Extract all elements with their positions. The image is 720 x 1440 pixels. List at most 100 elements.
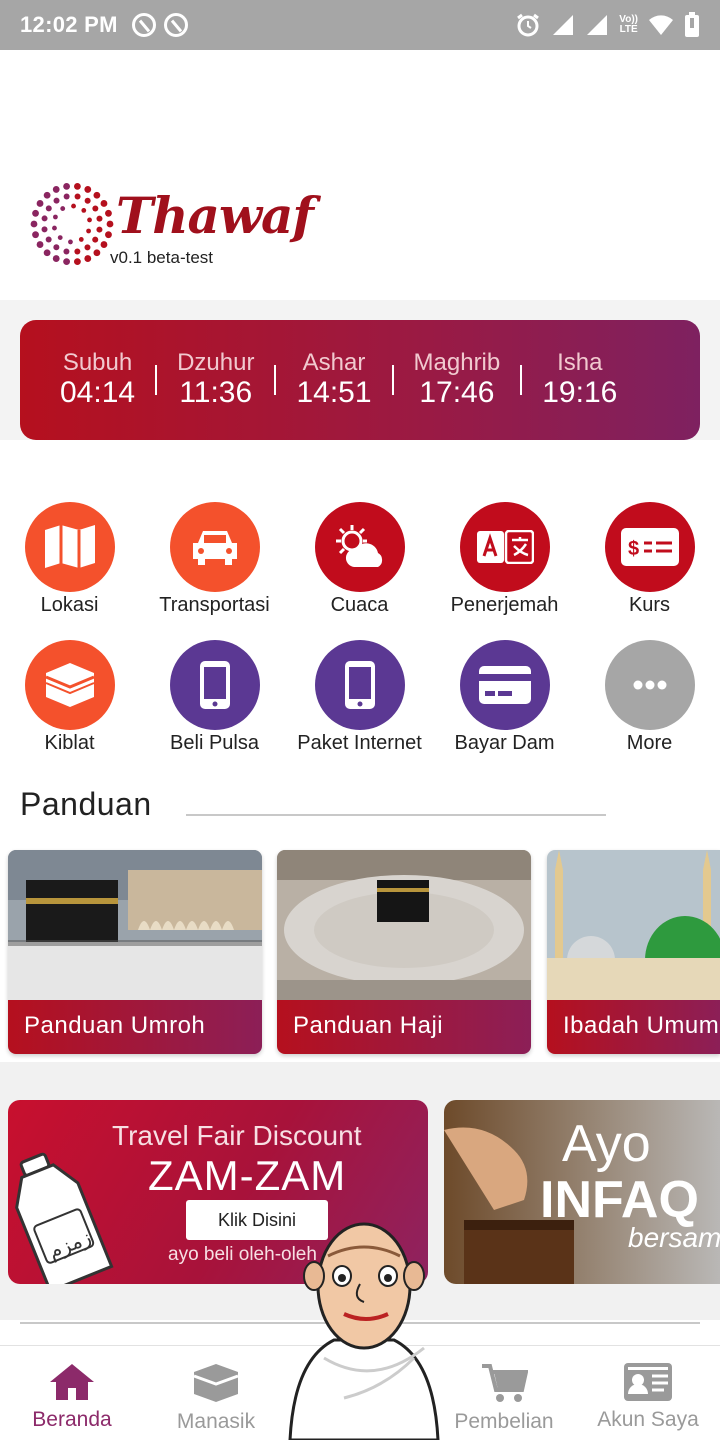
menu-label: Beli Pulsa	[170, 732, 259, 754]
wifi-icon	[649, 15, 673, 35]
app-version: v0.1 beta-test	[110, 248, 214, 267]
prayer-divider	[274, 365, 277, 395]
lte-label: LTE	[619, 24, 638, 35]
kaaba-photo	[8, 850, 262, 1000]
section-title-panduan: Panduan	[20, 786, 152, 822]
svg-text:$: $	[628, 538, 639, 560]
menu-penerjemah[interactable]: Penerjemah	[432, 502, 577, 617]
sync-status-icon	[163, 13, 188, 37]
nabawi-mosque-photo	[547, 850, 720, 1000]
home-icon	[50, 1364, 94, 1400]
section-divider	[186, 814, 606, 816]
card-icon	[459, 640, 550, 730]
menu-cuaca[interactable]: Cuaca	[287, 502, 432, 617]
prayer-name: Isha	[557, 349, 603, 376]
prayer-name: Maghrib	[413, 349, 501, 376]
status-bar: 12:02 PM Vo)) LTE	[0, 0, 720, 50]
nav-manasik[interactable]: Manasik	[144, 1346, 288, 1440]
menu-transportasi[interactable]: Transportasi	[142, 502, 287, 617]
menu-label: Bayar Dam	[454, 732, 555, 754]
guide-card-label: Panduan Umroh	[8, 1000, 262, 1054]
menu-beli-pulsa[interactable]: Beli Pulsa	[142, 640, 287, 755]
prayer-divider	[155, 365, 158, 395]
promo-card-infaq[interactable]: Ayo INFAQ bersama	[444, 1100, 720, 1284]
status-time: 12:02 PM	[20, 12, 118, 37]
phone-icon	[314, 640, 405, 730]
guide-card-umroh[interactable]: Panduan Umroh	[8, 850, 262, 1054]
nav-akun-saya[interactable]: Akun Saya	[576, 1346, 720, 1440]
menu-more[interactable]: More	[577, 640, 720, 755]
signal-icon	[553, 15, 574, 35]
guide-card-ibadah[interactable]: Ibadah Umum	[547, 850, 720, 1054]
prayer-maghrib: Maghrib 17:46	[414, 350, 501, 410]
alarm-icon	[517, 13, 540, 37]
menu-lokasi[interactable]: Lokasi	[0, 502, 142, 617]
prayer-times-card[interactable]: Subuh 04:14 Dzuhur 11:36 Ashar 14:51 Mag…	[20, 320, 700, 440]
logo-mark-icon	[30, 182, 114, 266]
prayer-time: 19:16	[542, 376, 618, 409]
prayer-dzuhur: Dzuhur 11:36	[177, 350, 254, 410]
promo-subtitle: bersama	[628, 1222, 720, 1253]
nav-pembelian[interactable]: Pembelian	[432, 1346, 576, 1440]
menu-label: Lokasi	[40, 594, 99, 616]
menu-kurs[interactable]: $ Kurs	[577, 502, 720, 617]
currency-icon: $	[604, 502, 695, 592]
app-name: Thawaf	[116, 186, 314, 245]
header: Thawaf v0.1 beta-test	[0, 50, 720, 300]
promo-headline: ZAM-ZAM	[148, 1152, 347, 1199]
app-logo: Thawaf v0.1 beta-test	[30, 182, 314, 271]
guide-card-haji[interactable]: Panduan Haji	[277, 850, 531, 1054]
prayer-name: Dzuhur	[177, 349, 255, 376]
translate-icon	[459, 502, 550, 592]
prayer-isha: Isha 19:16	[542, 350, 617, 410]
prayer-name: Ashar	[302, 349, 366, 376]
weather-icon	[314, 502, 405, 592]
menu-label: Transportasi	[159, 594, 270, 616]
prayer-time: 14:51	[296, 376, 372, 409]
mascot-pilgrim-button[interactable]	[284, 1218, 444, 1440]
battery-icon	[685, 12, 699, 37]
guide-carousel[interactable]: Panduan Umroh Panduan Haji Ibadah Umum	[0, 850, 720, 1060]
guide-card-label: Ibadah Umum	[547, 1000, 720, 1054]
kaaba-icon	[24, 640, 115, 730]
volte-indicator: Vo)) LTE	[619, 15, 638, 35]
menu-kiblat[interactable]: Kiblat	[0, 640, 142, 755]
more-icon	[604, 640, 695, 730]
prayer-subuh: Subuh 04:14	[60, 350, 135, 410]
prayer-time: 04:14	[60, 376, 136, 409]
promo-headline: Ayo	[562, 1115, 651, 1173]
id-card-icon	[624, 1363, 672, 1401]
menu-label: Cuaca	[330, 594, 389, 616]
guide-card-label: Panduan Haji	[277, 1000, 531, 1054]
phone-icon	[169, 640, 260, 730]
menu-bayar-dam[interactable]: Bayar Dam	[432, 640, 577, 755]
zamzam-bottle-icon	[15, 1152, 114, 1284]
masjidil-haram-photo	[277, 850, 531, 1000]
menu-label: Paket Internet	[297, 732, 422, 754]
prayer-name: Subuh	[62, 349, 133, 376]
menu-label: Kiblat	[44, 732, 95, 754]
car-icon	[169, 502, 260, 592]
nav-label: Akun Saya	[597, 1408, 699, 1431]
prayer-divider	[391, 365, 394, 395]
prayer-divider	[520, 365, 523, 395]
sync-status-icon	[131, 13, 156, 37]
map-icon	[24, 502, 115, 592]
prayer-time: 17:46	[419, 376, 495, 409]
signal-icon	[587, 15, 608, 35]
menu-label: Kurs	[628, 594, 671, 616]
menu-label: More	[626, 732, 673, 754]
menu-label: Penerjemah	[450, 594, 559, 616]
prayer-times-section: Subuh 04:14 Dzuhur 11:36 Ashar 14:51 Mag…	[0, 300, 720, 440]
promo-title: Travel Fair Discount	[112, 1120, 362, 1151]
prayer-ashar: Ashar 14:51	[296, 350, 371, 410]
menu-paket-internet[interactable]: Paket Internet	[287, 640, 432, 755]
kaaba-icon	[193, 1364, 239, 1402]
nav-label: Pembelian	[454, 1410, 554, 1433]
nav-beranda[interactable]: Beranda	[0, 1346, 144, 1440]
nav-label: Manasik	[176, 1410, 256, 1433]
nav-label: Beranda	[32, 1408, 112, 1431]
prayer-time: 11:36	[179, 376, 253, 409]
promo-headline-bold: INFAQ	[540, 1171, 699, 1229]
cart-icon	[482, 1364, 528, 1402]
